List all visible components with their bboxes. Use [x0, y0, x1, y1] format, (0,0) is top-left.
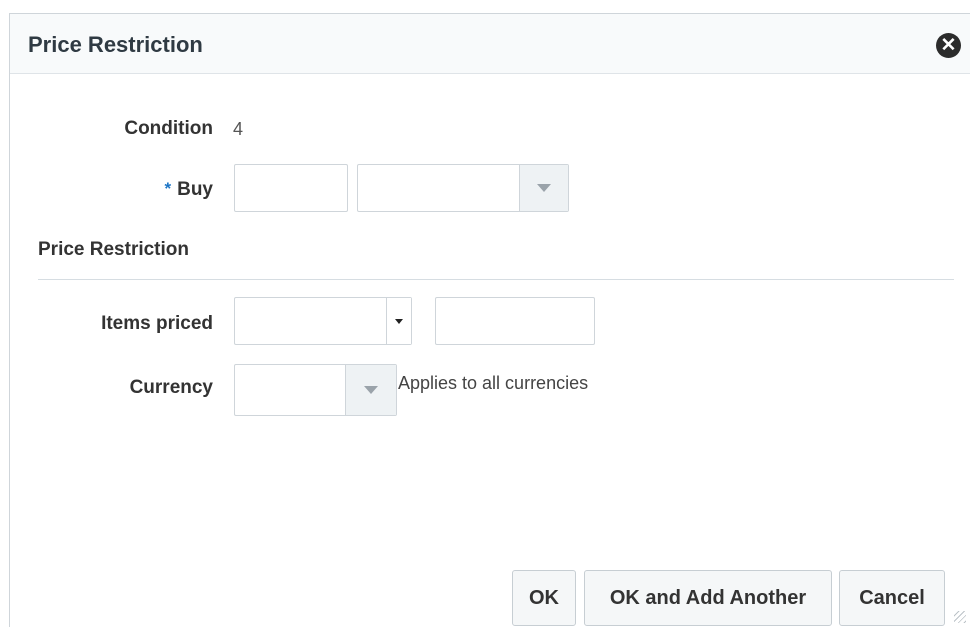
buy-quantity-input[interactable] — [234, 164, 348, 212]
section-divider — [38, 279, 954, 280]
items-priced-amount-input[interactable] — [435, 297, 595, 345]
ok-button[interactable]: OK — [512, 570, 576, 626]
dialog-header: Price Restriction ✕ — [10, 14, 970, 74]
items-priced-dropdown-button[interactable] — [386, 298, 411, 344]
cancel-button[interactable]: Cancel — [839, 570, 945, 626]
chevron-down-icon — [364, 386, 378, 394]
dialog-title: Price Restriction — [28, 32, 203, 57]
currency-select[interactable] — [234, 364, 397, 416]
currency-label: Currency — [129, 377, 213, 398]
buy-label: * Buy — [68, 179, 213, 201]
currency-note: Applies to all currencies — [398, 373, 589, 393]
close-icon[interactable]: ✕ — [936, 33, 961, 58]
section-title: Price Restriction — [38, 239, 189, 260]
price-restriction-dialog: Price Restriction ✕ Condition 4 * Buy Pri… — [9, 13, 970, 627]
currency-dropdown-button[interactable] — [345, 365, 396, 415]
buy-type-dropdown-button[interactable] — [519, 165, 568, 211]
items-priced-label: Items priced — [101, 313, 213, 334]
resize-handle[interactable] — [954, 611, 966, 623]
buy-type-select[interactable] — [357, 164, 569, 212]
chevron-down-icon — [537, 184, 551, 192]
ok-and-add-another-button[interactable]: OK and Add Another — [584, 570, 832, 626]
required-marker: * — [164, 179, 172, 198]
caret-down-icon — [395, 318, 403, 324]
condition-label: Condition — [124, 118, 213, 139]
condition-value: 4 — [233, 119, 244, 139]
buy-label-text: Buy — [177, 179, 213, 200]
items-priced-select[interactable] — [234, 297, 412, 345]
